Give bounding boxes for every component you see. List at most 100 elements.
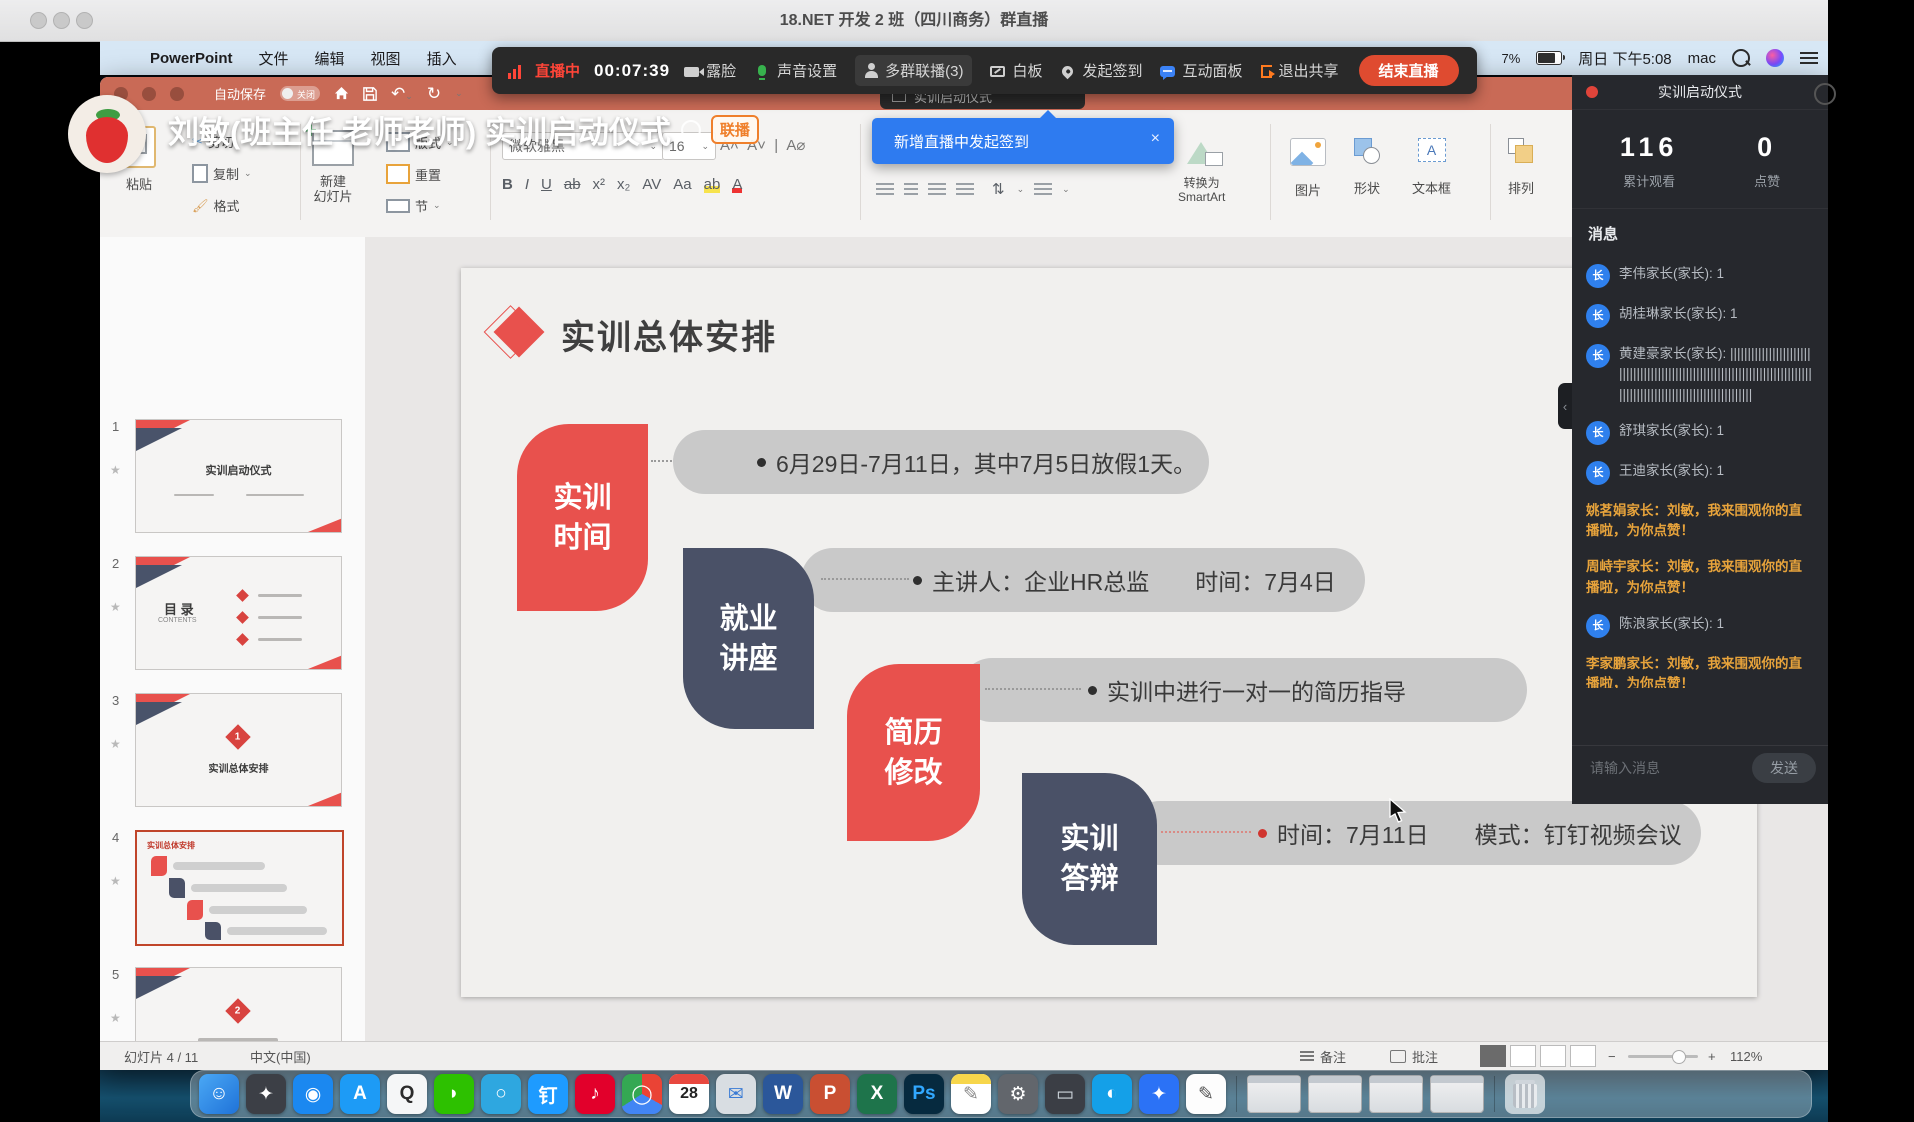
comments-button[interactable]: 批注	[1390, 1042, 1438, 1070]
timeline-pill-4[interactable]: 时间：7月11日 模式：钉钉视频会议	[1128, 801, 1701, 865]
chat-header-button[interactable]	[1814, 83, 1836, 105]
justify-icon[interactable]	[956, 183, 974, 196]
slide-canvas[interactable]: 实训总体安排 6月29日-7月11日，其中7月5日放假1天。 实训时间 主讲人：…	[461, 268, 1757, 997]
timeline-pill-3[interactable]: 实训中进行一对一的简历指导	[960, 658, 1527, 722]
excel-icon[interactable]: X	[857, 1074, 897, 1114]
app-menu-powerpoint[interactable]: PowerPoint	[150, 50, 233, 67]
slide-thumbnail-1[interactable]: 实训启动仪式	[135, 419, 342, 533]
zoom-level[interactable]: 112%	[1730, 1042, 1762, 1070]
textedit-icon[interactable]: ✎	[1186, 1074, 1226, 1114]
language-indicator[interactable]: 中文(中国)	[250, 1042, 311, 1070]
zoom-in-button[interactable]: +	[1708, 1042, 1716, 1070]
slide-thumbnail-3[interactable]: 1 实训总体安排	[135, 693, 342, 807]
panel-collapse-handle[interactable]: ‹	[1558, 383, 1572, 429]
align-center-icon[interactable]	[904, 183, 918, 196]
zoom-slider[interactable]	[1628, 1042, 1698, 1070]
chat-close-button[interactable]	[1586, 86, 1598, 98]
align-right-icon[interactable]	[928, 183, 946, 196]
strikethrough-button[interactable]: ab	[564, 176, 581, 193]
zoom-out-button[interactable]: −	[1608, 1042, 1616, 1070]
section-button[interactable]: 节⌄	[386, 196, 441, 215]
timeline-shape-4[interactable]: 实训答辩	[1022, 773, 1157, 945]
highlight-color-button[interactable]: ab	[704, 176, 721, 193]
format-painter-button[interactable]: 🖌︎格式	[192, 196, 240, 215]
live-toolbar-button[interactable]: 退出共享	[1261, 60, 1339, 81]
arrange-button[interactable]: 排列	[1508, 138, 1534, 197]
message-list[interactable]: 长 李伟家长(家长): 1 长 胡桂琳家长(家长): 1 长 黄建豪家长(家长)…	[1586, 248, 1814, 688]
timeline-pill-2[interactable]: 主讲人：企业HR总监 时间：7月4日	[801, 548, 1365, 612]
ppt-minimize-button[interactable]	[142, 87, 156, 101]
trash-icon[interactable]	[1505, 1074, 1545, 1114]
menu-bar-device[interactable]: mac	[1688, 50, 1716, 67]
word-icon[interactable]: W	[763, 1074, 803, 1114]
siri-icon[interactable]	[1766, 49, 1784, 67]
menu-item[interactable]: 视图	[371, 48, 401, 69]
end-live-button[interactable]: 结束直播	[1359, 55, 1459, 86]
wechat-icon[interactable]: ◗	[434, 1074, 474, 1114]
chrome-icon[interactable]: ◯	[622, 1074, 662, 1114]
minimized-window-preview[interactable]	[1247, 1075, 1301, 1113]
timeline-shape-3[interactable]: 简历修改	[847, 664, 980, 841]
close-window-button[interactable]	[30, 12, 47, 29]
spotlight-search-icon[interactable]	[1732, 49, 1750, 67]
blue-app-icon[interactable]: ✦	[1139, 1074, 1179, 1114]
underline-button[interactable]: U	[541, 176, 552, 193]
dingtalk-icon[interactable]: 钉	[528, 1074, 568, 1114]
align-text-icon[interactable]	[1034, 183, 1052, 196]
quick-access-more-icon[interactable]: ⌄	[455, 88, 463, 99]
redo-icon[interactable]: ↻	[427, 84, 441, 104]
toast-close-icon[interactable]: ×	[1151, 130, 1160, 148]
safari-icon[interactable]: ◉	[293, 1074, 333, 1114]
live-toolbar-button[interactable]: 声音设置	[754, 60, 837, 81]
font-color-button[interactable]: A	[732, 176, 742, 193]
menu-item[interactable]: 插入	[427, 48, 457, 69]
smartart-button[interactable]: 转换为SmartArt	[1178, 140, 1225, 204]
notes-button[interactable]: 备注	[1300, 1042, 1346, 1070]
shapes-button[interactable]: 形状	[1354, 138, 1380, 197]
textbox-button[interactable]: A 文本框	[1412, 138, 1451, 197]
subscript-button[interactable]: x₂	[617, 176, 630, 193]
menu-item[interactable]: 编辑	[315, 48, 345, 69]
timeline-shape-1[interactable]: 实训时间	[517, 424, 648, 611]
reset-button[interactable]: 重置	[386, 164, 441, 184]
bold-button[interactable]: B	[502, 176, 513, 193]
settings-icon[interactable]: ⚙	[998, 1074, 1038, 1114]
live-toolbar-button[interactable]: 多群联播(3)	[855, 55, 972, 86]
italic-button[interactable]: I	[525, 176, 529, 193]
align-left-icon[interactable]	[876, 183, 894, 196]
undo-icon[interactable]: ↶⌄	[391, 84, 413, 104]
copy-button[interactable]: 复制⌄	[192, 164, 252, 183]
live-toolbar-button[interactable]: 白板	[990, 60, 1042, 81]
zoom-window-button[interactable]	[76, 12, 93, 29]
slideshow-view-button[interactable]	[1570, 1045, 1596, 1067]
menu-bar-clock[interactable]: 周日 下午5:08	[1578, 48, 1671, 69]
live-toolbar-button[interactable]: 露脸	[684, 60, 736, 81]
superscript-button[interactable]: x²	[593, 176, 606, 193]
minimize-window-button[interactable]	[53, 12, 70, 29]
media-player-icon[interactable]: ◐	[1092, 1074, 1132, 1114]
finder-icon[interactable]: ☺	[199, 1074, 239, 1114]
mail-icon[interactable]: ✉	[716, 1074, 756, 1114]
live-toolbar-button[interactable]: 发起签到	[1060, 60, 1142, 81]
autosave-toggle[interactable]: 关闭	[280, 86, 320, 101]
qq-icon[interactable]: Q	[387, 1074, 427, 1114]
notes-icon[interactable]: ✎	[951, 1074, 991, 1114]
text-direction-icon[interactable]: ⇅	[992, 180, 1005, 198]
live-toolbar-button[interactable]: 互动面板	[1160, 60, 1242, 81]
reading-view-button[interactable]	[1540, 1045, 1566, 1067]
grid-view-button[interactable]	[1510, 1045, 1536, 1067]
launchpad-icon[interactable]: ✦	[246, 1074, 286, 1114]
minimized-window-preview[interactable]	[1369, 1075, 1423, 1113]
photoshop-icon[interactable]: Ps	[904, 1074, 944, 1114]
app-store-icon[interactable]: A	[340, 1074, 380, 1114]
powerpoint-icon[interactable]: P	[810, 1074, 850, 1114]
change-case-button[interactable]: Aa	[673, 176, 691, 193]
calendar-icon[interactable]: 28	[669, 1074, 709, 1114]
display-icon[interactable]: ▭	[1045, 1074, 1085, 1114]
chat-input[interactable]	[1588, 759, 1722, 777]
character-spacing-button[interactable]: AV	[642, 176, 661, 193]
save-icon[interactable]	[363, 87, 377, 101]
minimized-window-preview[interactable]	[1308, 1075, 1362, 1113]
minimized-window-preview[interactable]	[1430, 1075, 1484, 1113]
picture-button[interactable]: 图片	[1290, 138, 1326, 199]
